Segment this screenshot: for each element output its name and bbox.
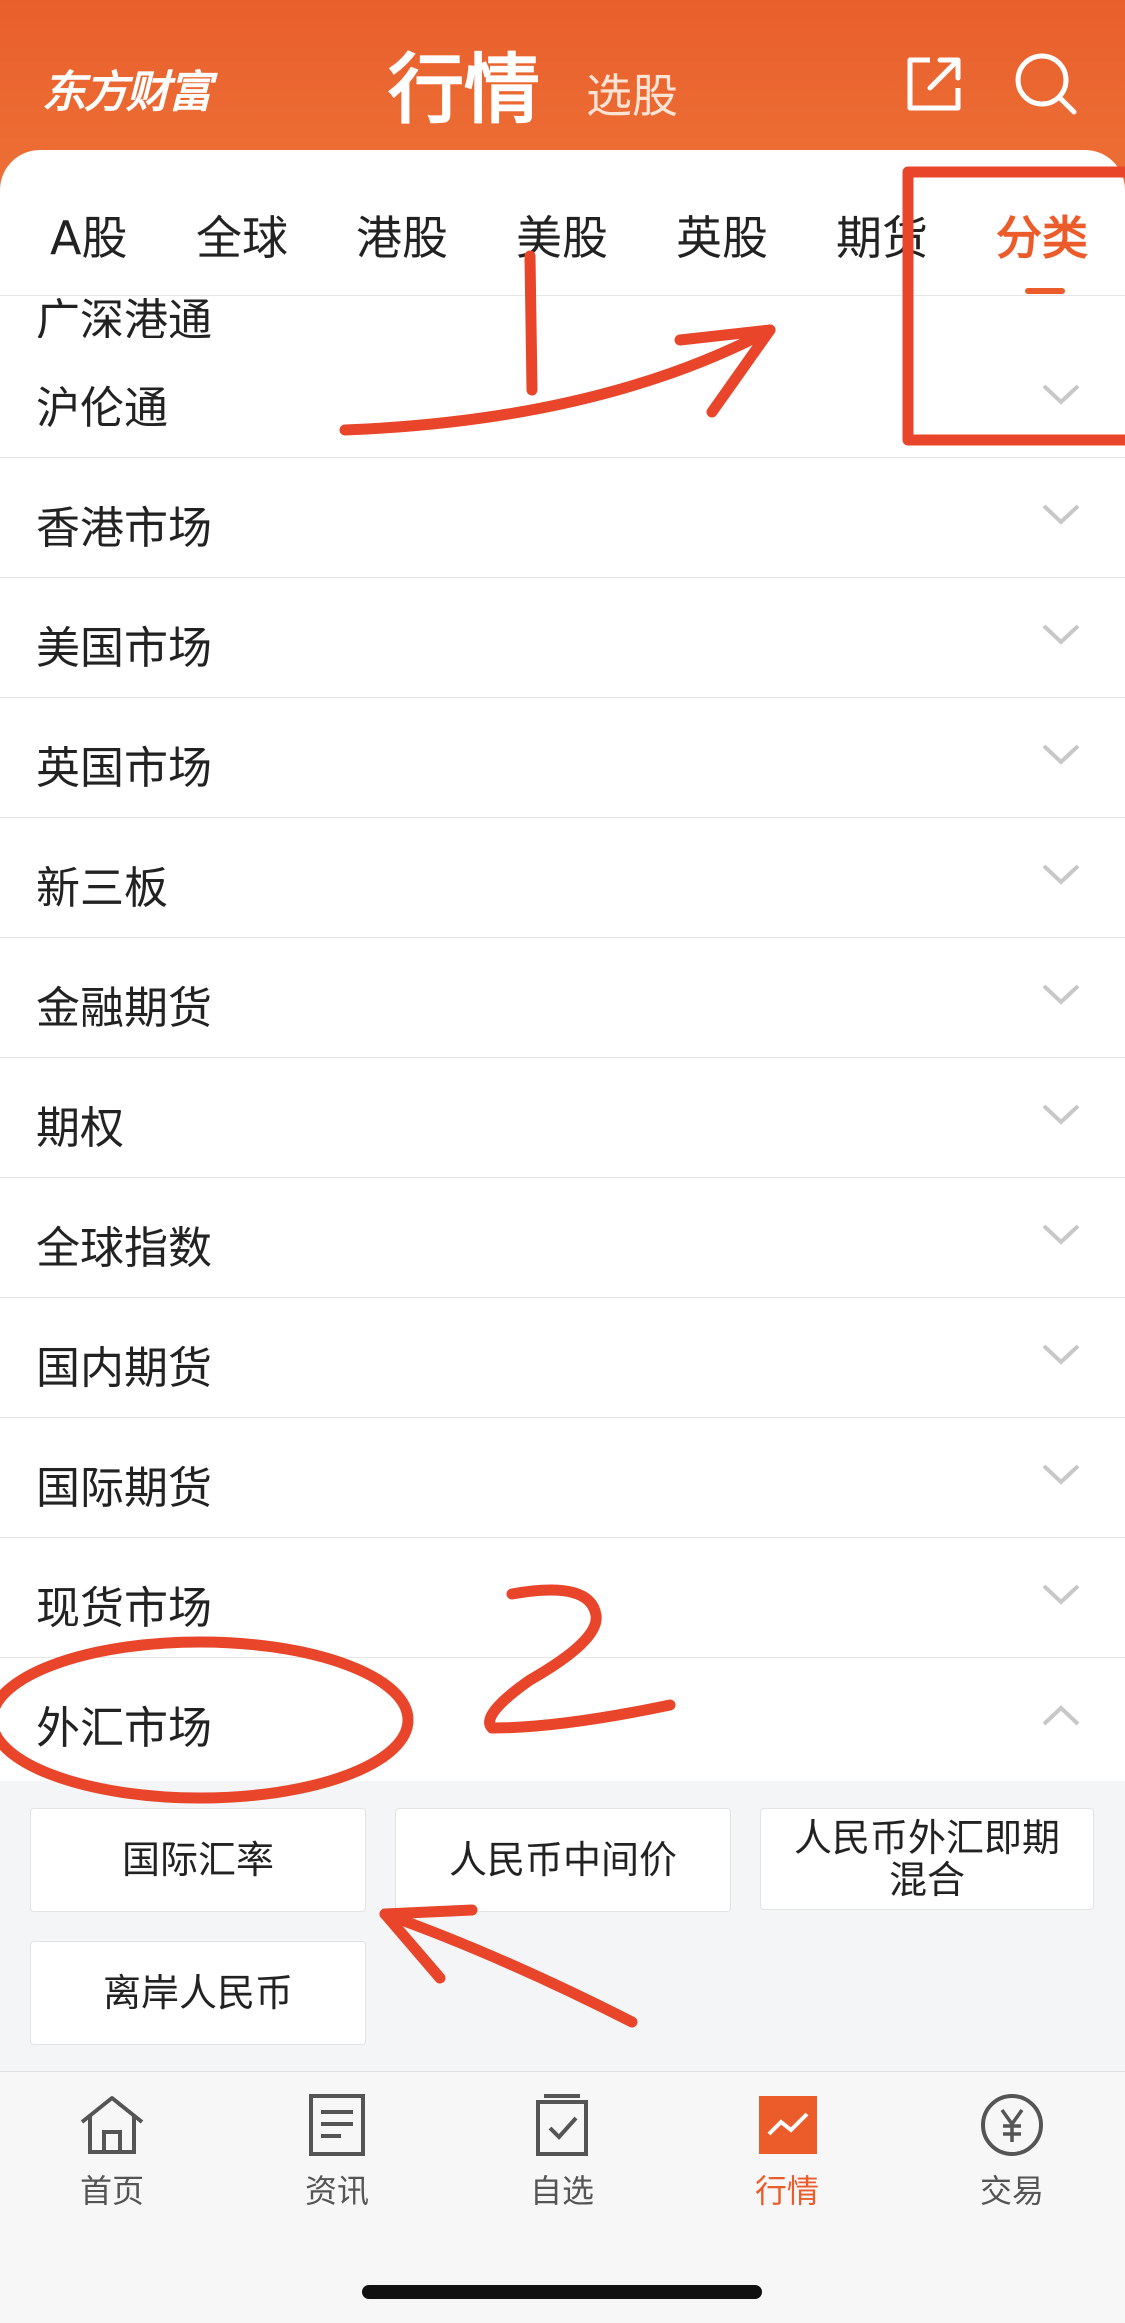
- search-icon[interactable]: [1010, 48, 1080, 118]
- app-logo: 东方财富: [42, 67, 212, 118]
- list-item[interactable]: 英国市场: [0, 698, 1125, 818]
- nav-news[interactable]: 资讯: [267, 2092, 407, 2242]
- list-item-label: 美国市场: [36, 623, 212, 674]
- list-item[interactable]: 全球指数: [0, 1178, 1125, 1298]
- list-item[interactable]: 国际期货: [0, 1418, 1125, 1538]
- tab-a-shares[interactable]: A股: [50, 202, 127, 268]
- nav-home[interactable]: 首页: [42, 2092, 182, 2242]
- chevron-down-icon: [1042, 504, 1080, 525]
- trade-icon: [981, 2094, 1043, 2156]
- list-item-label: 国内期货: [36, 1343, 212, 1394]
- list-item[interactable]: 金融期货: [0, 938, 1125, 1058]
- forex-options-panel: 国际汇率 人民币中间价 人民币外汇即期混合 离岸人民币: [0, 1781, 1125, 2071]
- option-rmb-spot-forward[interactable]: 人民币外汇即期混合: [760, 1808, 1094, 1910]
- active-tab-indicator: [1025, 288, 1065, 294]
- list-item-label: 外汇市场: [36, 1703, 212, 1754]
- tab-uk-stocks[interactable]: 英股: [676, 202, 768, 268]
- option-offshore-rmb[interactable]: 离岸人民币: [30, 1941, 366, 2045]
- list-item-label: 期权: [36, 1103, 124, 1154]
- list-item-label: 金融期货: [36, 983, 212, 1034]
- chevron-down-icon: [1042, 984, 1080, 1005]
- list-item-label: 香港市场: [36, 503, 212, 554]
- nav-market[interactable]: 行情: [717, 2092, 857, 2242]
- watchlist-icon: [536, 2094, 588, 2156]
- list-item[interactable]: 沪伦通: [0, 338, 1125, 458]
- chevron-up-icon: [1042, 1705, 1080, 1726]
- list-item[interactable]: 广深港通: [0, 296, 1125, 346]
- share-icon[interactable]: [900, 48, 970, 118]
- news-icon: [309, 2094, 365, 2156]
- nav-label: 首页: [79, 2172, 144, 2210]
- chevron-down-icon: [1042, 624, 1080, 645]
- list-item[interactable]: 新三板: [0, 818, 1125, 938]
- chevron-down-icon: [1042, 1104, 1080, 1125]
- list-item[interactable]: 香港市场: [0, 458, 1125, 578]
- option-rmb-central-parity[interactable]: 人民币中间价: [395, 1808, 731, 1912]
- chevron-down-icon: [1042, 744, 1080, 765]
- stock-picker-tab[interactable]: 选股: [586, 60, 678, 126]
- tab-category[interactable]: 分类: [996, 202, 1088, 268]
- chevron-down-icon: [1042, 1584, 1080, 1605]
- nav-watchlist[interactable]: 自选: [492, 2092, 632, 2242]
- nav-label: 行情: [754, 2172, 819, 2210]
- list-item[interactable]: 期权: [0, 1058, 1125, 1178]
- list-item[interactable]: 国内期货: [0, 1298, 1125, 1418]
- list-item-label: 国际期货: [36, 1463, 212, 1514]
- nav-label: 自选: [529, 2172, 594, 2210]
- category-list: 广深港通 沪伦通 香港市场 美国市场 英国市场 新三板 金融期货 期权 全球指数…: [0, 296, 1125, 1781]
- home-indicator: [362, 2285, 762, 2299]
- chevron-down-icon: [1042, 864, 1080, 885]
- tab-us-stocks[interactable]: 美股: [516, 202, 608, 268]
- tab-global[interactable]: 全球: [196, 202, 288, 268]
- chevron-down-icon: [1042, 1224, 1080, 1245]
- list-item-label: 全球指数: [36, 1223, 212, 1274]
- list-item-label: 现货市场: [36, 1583, 212, 1634]
- nav-label: 资讯: [304, 2172, 369, 2210]
- list-item-label: 英国市场: [36, 743, 212, 794]
- list-item[interactable]: 美国市场: [0, 578, 1125, 698]
- list-item[interactable]: 现货市场: [0, 1538, 1125, 1658]
- tab-futures[interactable]: 期货: [836, 202, 928, 268]
- chevron-down-icon: [1042, 1344, 1080, 1365]
- list-item-label: 沪伦通: [36, 383, 168, 434]
- forex-market-item[interactable]: 外汇市场: [0, 1658, 1125, 1777]
- home-icon: [80, 2096, 144, 2154]
- nav-label: 交易: [979, 2172, 1044, 2210]
- nav-trade[interactable]: 交易: [942, 2092, 1082, 2242]
- chevron-down-icon: [1042, 384, 1080, 405]
- market-icon: [759, 2096, 817, 2154]
- market-tab-bar: A股 全球 港股 美股 英股 期货 分类: [0, 150, 1125, 296]
- option-international-rates[interactable]: 国际汇率: [30, 1808, 366, 1912]
- list-item-label: 新三板: [36, 863, 168, 914]
- page-title[interactable]: 行情: [388, 28, 540, 138]
- tab-hk-stocks[interactable]: 港股: [356, 202, 448, 268]
- chevron-down-icon: [1042, 1464, 1080, 1485]
